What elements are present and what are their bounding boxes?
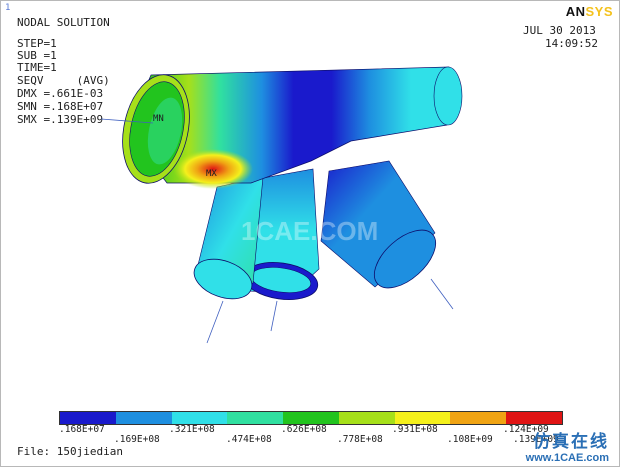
legend-band-7 (394, 412, 451, 424)
legend-label-top-1: .168E+07 (59, 424, 105, 435)
legend-band-6 (338, 412, 395, 424)
site-watermark: 仿真在线 www.1CAE.com (526, 427, 609, 464)
legend-band-4 (227, 412, 284, 424)
legend-label-bottom-2: .474E+08 (226, 434, 272, 445)
min-marker: MN (153, 114, 164, 124)
legend-band-5 (283, 412, 339, 424)
legend-label-bottom-4: .108E+09 (447, 434, 493, 445)
watermark-chinese: 仿真在线 (533, 432, 609, 452)
legend-band-2 (115, 412, 172, 424)
legend-label-bottom-1: .169E+08 (114, 434, 160, 445)
legend-band-3 (171, 412, 228, 424)
legend-label-bottom-3: .778E+08 (337, 434, 383, 445)
file-label: File: 150jiedian (17, 445, 123, 458)
graphics-window[interactable]: 1 NODAL SOLUTION STEP=1 SUB =1 TIME=1 SE… (0, 0, 620, 467)
watermark-url: www.1CAE.com (525, 452, 609, 464)
contour-legend (59, 411, 563, 425)
center-watermark: 1CAE.COM (241, 216, 379, 246)
pipe-joint-model[interactable] (1, 1, 620, 401)
legend-label-top-3: .626E+08 (281, 424, 327, 435)
leader-line-left (206, 300, 224, 344)
legend-label-top-4: .931E+08 (392, 424, 438, 435)
leader-line-right (430, 278, 454, 310)
legend-band-1 (60, 412, 116, 424)
max-marker: MX (206, 169, 217, 179)
legend-band-8 (450, 412, 507, 424)
leader-line-middle (270, 300, 278, 332)
legend-label-top-2: .321E+08 (169, 424, 215, 435)
main-pipe-right-end (433, 66, 463, 126)
legend-band-9 (506, 412, 563, 424)
